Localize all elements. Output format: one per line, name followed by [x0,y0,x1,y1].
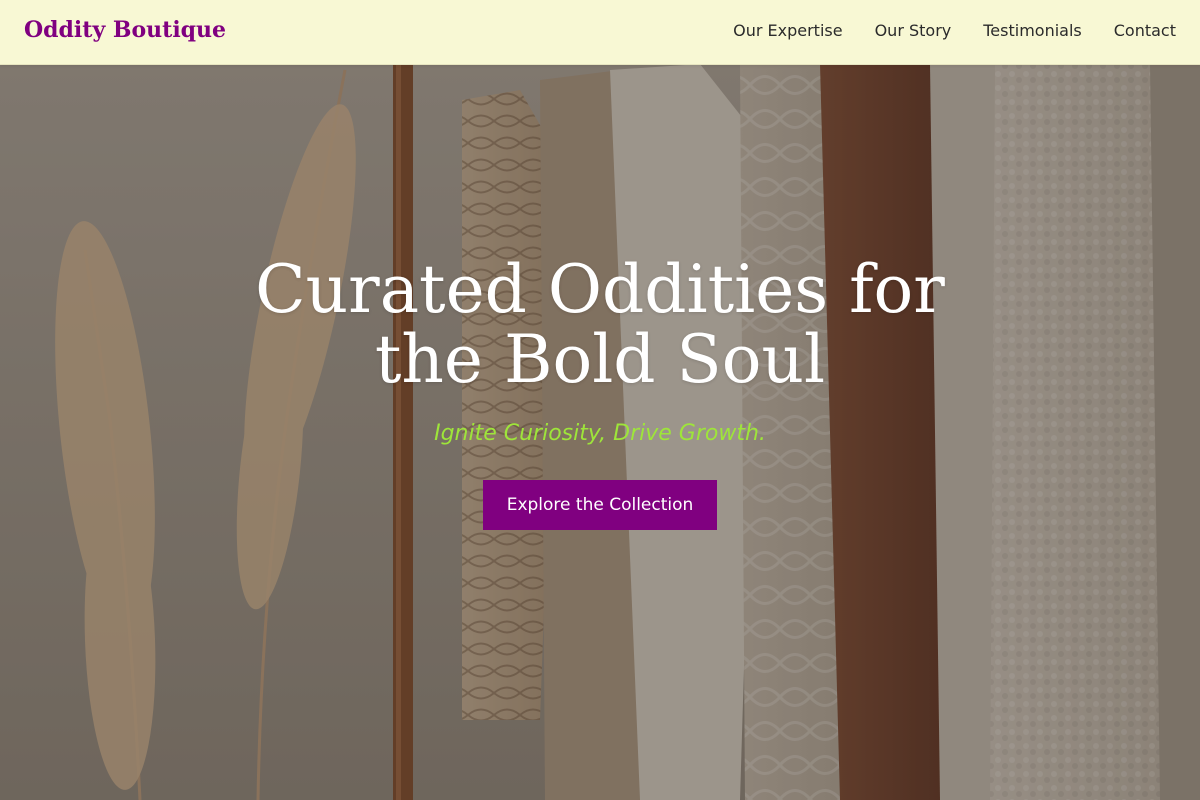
brand-logo[interactable]: Oddity Boutique [24,17,226,43]
hero-title: Curated Oddities for the Bold Soul [255,251,945,398]
hero-content: Curated Oddities for the Bold Soul Ignit… [0,255,1200,530]
nav-link-our-expertise[interactable]: Our Expertise [733,21,842,40]
nav-link-our-story[interactable]: Our Story [875,21,952,40]
site-header: Oddity Boutique Our Expertise Our Story … [0,0,1200,65]
nav-link-testimonials[interactable]: Testimonials [983,21,1082,40]
nav-link-contact[interactable]: Contact [1114,21,1176,40]
main-nav: Our Expertise Our Story Testimonials Con… [733,21,1176,40]
hero-tagline: Ignite Curiosity, Drive Growth. [434,421,766,446]
explore-collection-button[interactable]: Explore the Collection [482,480,718,530]
